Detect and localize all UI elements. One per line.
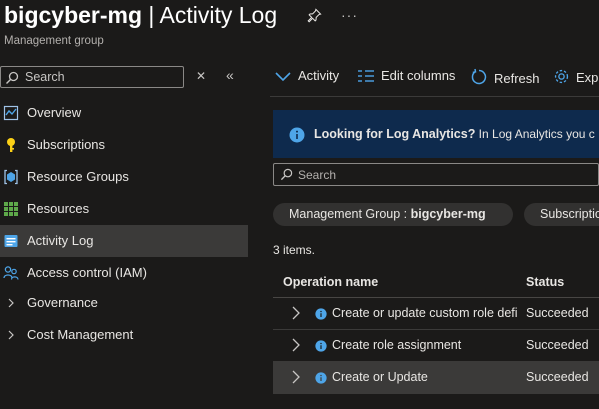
search-icon <box>6 71 19 84</box>
table-row[interactable]: Create role assignment Succeeded <box>273 330 599 362</box>
info-icon <box>289 127 305 143</box>
expand-chevron-icon[interactable] <box>291 370 301 384</box>
sidebar-item-label: Overview <box>27 105 82 120</box>
sidebar-item-governance[interactable]: Governance <box>0 287 248 319</box>
sidebar-item-label: Activity Log <box>27 233 94 248</box>
info-icon <box>315 308 327 320</box>
chevron-right-icon <box>8 298 14 308</box>
resource-group-icon <box>4 169 18 185</box>
activity-search-placeholder: Search <box>298 168 337 182</box>
sidebar-item-overview[interactable]: Overview <box>0 97 248 129</box>
edit-columns-label: Edit columns <box>381 68 456 83</box>
operation-name: Create or update custom role definition <box>332 306 518 320</box>
export-button[interactable]: Exp <box>553 68 598 85</box>
export-label: Exp <box>576 70 599 85</box>
edit-columns-button[interactable]: Edit columns <box>357 68 455 83</box>
page-title: bigcyber-mg | Activity Log <box>4 2 277 29</box>
status-text: Succeeded <box>526 370 589 384</box>
sidebar-item-cost-management[interactable]: Cost Management <box>0 319 248 351</box>
sidebar-item-access-control[interactable]: Access control (IAM) <box>0 257 248 289</box>
sidebar-item-label: Subscriptions <box>27 137 106 152</box>
operation-name: Create role assignment <box>332 338 462 352</box>
people-icon <box>3 266 19 280</box>
column-status[interactable]: Status <box>526 275 564 289</box>
sidebar-search-placeholder: Search <box>25 70 65 84</box>
status-text: Succeeded <box>526 338 589 352</box>
columns-icon <box>358 70 374 82</box>
column-operation-name[interactable]: Operation name <box>283 275 378 289</box>
table-row[interactable]: Create or Update Succeeded <box>273 362 599 394</box>
expand-chevron-icon[interactable] <box>291 306 301 320</box>
banner-title: Looking for Log Analytics? <box>314 127 476 141</box>
operation-name: Create or Update <box>332 370 428 384</box>
log-analytics-banner: Looking for Log Analytics? In Log Analyt… <box>273 110 599 158</box>
filter-key: Management Group : <box>289 207 411 221</box>
management-group-filter[interactable]: Management Group : bigcyber-mg <box>273 203 513 226</box>
sidebar-item-label: Access control (IAM) <box>27 265 147 280</box>
table-header: Operation name Status <box>273 267 599 298</box>
refresh-label: Refresh <box>494 71 540 86</box>
activity-label: Activity <box>298 68 340 83</box>
item-count: 3 items. <box>273 243 316 257</box>
banner-text: Looking for Log Analytics? In Log Analyt… <box>314 127 595 141</box>
toolbar-divider <box>270 96 599 97</box>
resource-name: bigcyber-mg <box>4 2 143 28</box>
sidebar-item-label: Resources <box>27 201 90 216</box>
sidebar-item-subscriptions[interactable]: Subscriptions <box>0 129 248 161</box>
grid-icon <box>4 202 18 216</box>
info-icon <box>315 340 327 352</box>
collapse-sidebar-icon[interactable]: « <box>226 67 234 83</box>
chevron-right-icon <box>8 330 14 340</box>
sidebar-item-resources[interactable]: Resources <box>0 193 248 225</box>
search-icon <box>280 168 293 181</box>
sidebar-item-label: Resource Groups <box>27 169 129 184</box>
blade-title: Activity Log <box>159 2 278 28</box>
key-icon <box>7 138 15 152</box>
sidebar-item-label: Cost Management <box>27 327 134 342</box>
sidebar-item-activity-log[interactable]: Activity Log <box>0 225 248 257</box>
chevron-down-icon <box>275 72 291 82</box>
table-row[interactable]: Create or update custom role definition … <box>273 298 599 330</box>
activity-log-icon <box>4 235 18 247</box>
clear-search-icon[interactable]: ✕ <box>196 69 206 83</box>
sidebar-item-label: Governance <box>27 295 98 310</box>
activity-search-input[interactable]: Search <box>273 163 599 186</box>
filter-value: bigcyber-mg <box>410 207 486 221</box>
activity-button[interactable]: Activity <box>274 68 339 83</box>
refresh-button[interactable]: Refresh <box>470 68 540 86</box>
gear-icon <box>554 69 569 84</box>
status-text: Succeeded <box>526 306 589 320</box>
page-subtitle: Management group <box>4 35 104 47</box>
pin-icon[interactable] <box>307 8 322 26</box>
sidebar-item-resource-groups[interactable]: Resource Groups <box>0 161 248 193</box>
sidebar-search-input[interactable]: Search <box>0 66 184 88</box>
banner-body: In Log Analytics you c <box>475 127 595 141</box>
refresh-icon <box>471 68 487 85</box>
overview-icon <box>3 105 19 121</box>
filter-key: Subscriptio <box>540 207 599 221</box>
info-icon <box>315 372 327 384</box>
title-separator: | <box>142 2 160 28</box>
subscription-filter[interactable]: Subscriptio <box>524 203 599 226</box>
expand-chevron-icon[interactable] <box>291 338 301 352</box>
more-options-icon[interactable]: ··· <box>341 7 358 23</box>
